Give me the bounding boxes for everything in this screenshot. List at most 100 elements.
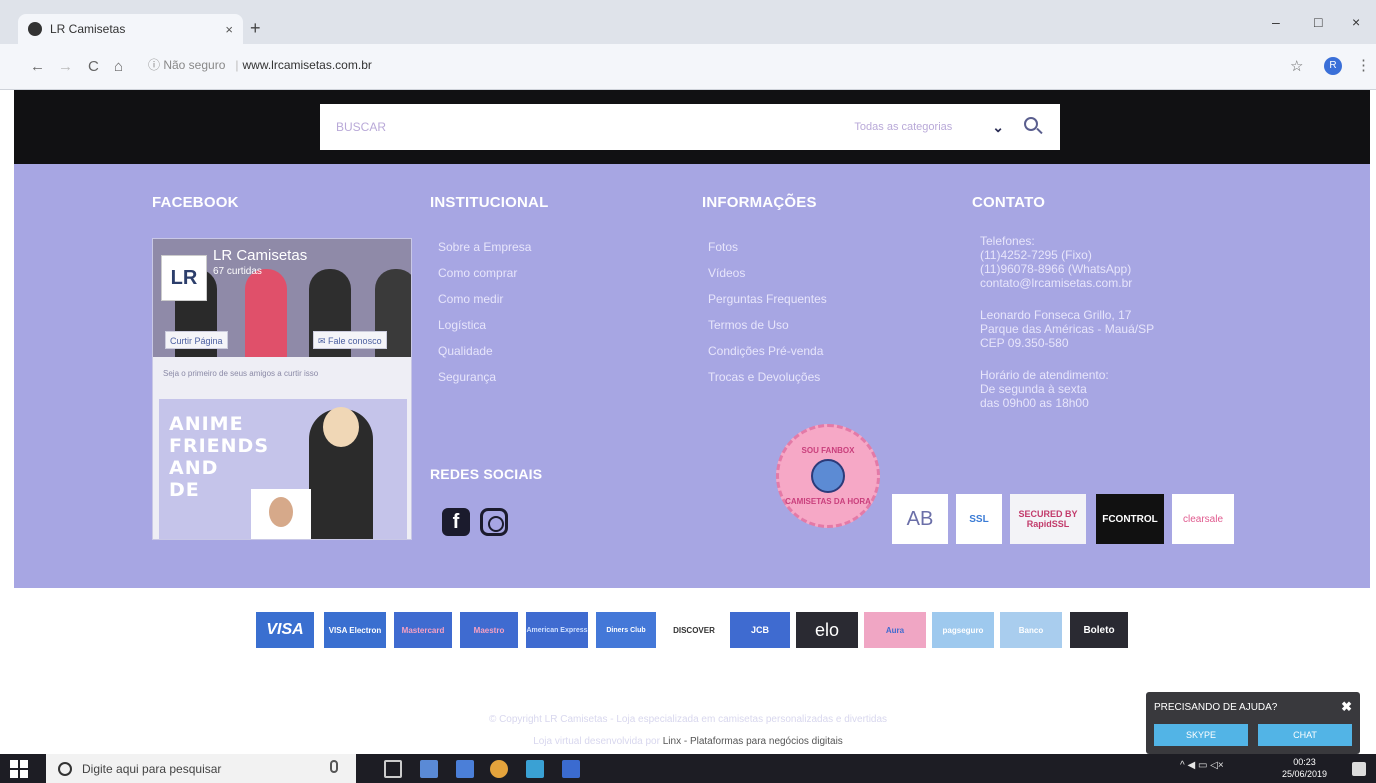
cortana-icon <box>58 761 72 776</box>
facebook-heading: FACEBOOK <box>152 194 239 211</box>
post-text-line: AND <box>169 457 219 479</box>
post-text-line: FRIENDS <box>169 435 270 457</box>
taskbar-clock[interactable]: 00:23 25/06/2019 <box>1282 756 1327 780</box>
url-separator: | <box>235 58 239 72</box>
seal-ab[interactable]: AB <box>892 494 948 544</box>
like-page-button[interactable]: Curtir Página <box>165 331 228 349</box>
linx-link[interactable]: Linx - Plataformas para negócios digitai… <box>663 736 843 747</box>
link-videos[interactable]: Vídeos <box>708 266 745 280</box>
payment-jcb: JCB <box>730 612 790 648</box>
browser-menu-icon[interactable]: ⋮ <box>1356 56 1371 74</box>
maximize-icon[interactable]: □ <box>1314 14 1322 30</box>
tab-title: LR Camisetas <box>50 22 126 36</box>
clock-time: 00:23 <box>1293 757 1316 767</box>
contact-phone-fixed: (11)4252-7295 (Fixo) <box>980 248 1092 262</box>
search-icon[interactable] <box>1022 116 1044 138</box>
forward-icon[interactable]: → <box>58 58 73 75</box>
close-window-icon[interactable]: × <box>1352 14 1360 30</box>
contact-hours-days: De segunda à sexta <box>980 382 1087 396</box>
taskbar-search[interactable]: Digite aqui para pesquisar <box>46 754 356 783</box>
fanbox-seal[interactable]: SOU FANBOX CAMISETAS DA HORA <box>776 424 880 528</box>
url-field[interactable]: ⓘ Não seguro | www.lrcamisetas.com.br <box>148 56 372 73</box>
minimize-icon[interactable]: – <box>1272 14 1280 30</box>
informacoes-heading: INFORMAÇÕES <box>702 194 817 211</box>
address-bar: ← → C ⌂ ⓘ Não seguro | www.lrcamisetas.com… <box>0 44 1376 90</box>
payment-mastercard: Mastercard <box>394 612 452 648</box>
payment-discover: DISCOVER <box>664 612 724 648</box>
help-widget: PRECISANDO DE AJUDA? ✖ SKYPE CHAT <box>1146 692 1360 754</box>
payment-aura: Aura <box>864 612 926 648</box>
mascot-icon <box>811 459 845 493</box>
link-como-medir[interactable]: Como medir <box>438 292 503 306</box>
reload-icon[interactable]: C <box>88 58 99 75</box>
chrome-app-icon[interactable] <box>490 760 508 778</box>
payment-elo: elo <box>796 612 858 648</box>
security-indicator[interactable]: ⓘ Não seguro <box>148 58 225 72</box>
payment-banco: Banco <box>1000 612 1062 648</box>
site-header: Todas as categorias ⌄ <box>14 90 1370 164</box>
search-input[interactable] <box>336 120 855 134</box>
close-icon[interactable]: ✖ <box>1341 699 1352 715</box>
tab-close-icon[interactable]: × <box>225 22 233 37</box>
contact-email[interactable]: contato@lrcamisetas.com.br <box>980 276 1132 290</box>
store-app-icon[interactable] <box>526 760 544 778</box>
link-termos-de-uso[interactable]: Termos de Uso <box>708 318 789 332</box>
profile-avatar[interactable]: R <box>1324 57 1342 75</box>
url-text: www.lrcamisetas.com.br <box>242 58 372 72</box>
windows-taskbar: Digite aqui para pesquisar ^ ◀ ▭ ◁× 00:2… <box>0 754 1376 783</box>
facebook-icon[interactable]: f <box>442 508 470 536</box>
link-sobre-empresa[interactable]: Sobre a Empresa <box>438 240 531 254</box>
payment-diners: Diners Club <box>596 612 656 648</box>
facebook-page-widget[interactable]: LR LR Camisetas 67 curtidas Curtir Págin… <box>152 238 412 540</box>
payment-boleto: Boleto <box>1070 612 1128 648</box>
link-seguranca[interactable]: Segurança <box>438 370 496 384</box>
taskbar-search-placeholder: Digite aqui para pesquisar <box>82 761 222 776</box>
clock-date: 25/06/2019 <box>1282 769 1328 779</box>
microphone-icon[interactable] <box>330 760 338 773</box>
notifications-icon[interactable] <box>1352 762 1366 776</box>
payment-visa-electron: VISA Electron <box>324 612 386 648</box>
favicon-icon <box>28 22 42 36</box>
new-tab-icon[interactable]: + <box>250 18 261 39</box>
seal-rapidssl[interactable]: SECURED BY RapidSSL <box>1010 494 1086 544</box>
facebook-post-image: ANIME FRIENDS AND DE <box>159 399 407 539</box>
payment-pagseguro: pagseguro <box>932 612 994 648</box>
seal-fcontrol[interactable]: FCONTROL <box>1096 494 1164 544</box>
help-title: PRECISANDO DE AJUDA? <box>1154 702 1278 713</box>
back-icon[interactable]: ← <box>30 58 45 75</box>
windows-start-icon[interactable] <box>10 760 28 778</box>
word-app-icon[interactable] <box>562 760 580 778</box>
skype-button[interactable]: SKYPE <box>1154 724 1248 746</box>
browser-tab[interactable]: LR Camisetas × <box>18 14 243 44</box>
task-view-icon[interactable] <box>384 760 402 778</box>
chevron-down-icon[interactable]: ⌄ <box>992 119 1004 136</box>
seal-clearsale[interactable]: clearsale <box>1172 494 1234 544</box>
link-fotos[interactable]: Fotos <box>708 240 738 254</box>
category-select[interactable]: Todas as categorias <box>854 121 952 133</box>
browser-tab-bar: LR Camisetas × + – □ × <box>0 0 1376 44</box>
link-qualidade[interactable]: Qualidade <box>438 344 493 358</box>
bookmark-star-icon[interactable]: ☆ <box>1290 57 1303 75</box>
site-footer: FACEBOOK INSTITUCIONAL INFORMAÇÕES CONTA… <box>14 164 1370 588</box>
facebook-friends-text: Seja o primeiro de seus amigos a curtir … <box>163 369 319 378</box>
fanbox-seal-top: SOU FANBOX <box>801 446 855 455</box>
explorer-app-icon[interactable] <box>456 760 474 778</box>
contact-address-street: Leonardo Fonseca Grillo, 17 <box>980 308 1132 322</box>
social-heading: REDES SOCIAIS <box>430 466 543 482</box>
home-icon[interactable]: ⌂ <box>114 58 123 75</box>
facebook-cover-image: LR LR Camisetas 67 curtidas Curtir Págin… <box>153 239 411 357</box>
link-trocas-devolucoes[interactable]: Trocas e Devoluções <box>708 370 820 384</box>
contact-us-button[interactable]: ✉ Fale conosco <box>313 331 387 349</box>
link-logistica[interactable]: Logística <box>438 318 486 332</box>
system-tray-icons[interactable]: ^ ◀ ▭ ◁× <box>1180 760 1224 771</box>
facebook-page-name[interactable]: LR Camisetas <box>213 247 307 264</box>
photos-app-icon[interactable] <box>420 760 438 778</box>
link-como-comprar[interactable]: Como comprar <box>438 266 517 280</box>
link-perguntas-frequentes[interactable]: Perguntas Frequentes <box>708 292 827 306</box>
link-condicoes-pre-venda[interactable]: Condições Pré-venda <box>708 344 823 358</box>
institucional-heading: INSTITUCIONAL <box>430 194 549 211</box>
seal-ssl[interactable]: SSL <box>956 494 1002 544</box>
facebook-likes-count: 67 curtidas <box>213 266 262 277</box>
chat-button[interactable]: CHAT <box>1258 724 1352 746</box>
instagram-icon[interactable] <box>480 508 508 536</box>
